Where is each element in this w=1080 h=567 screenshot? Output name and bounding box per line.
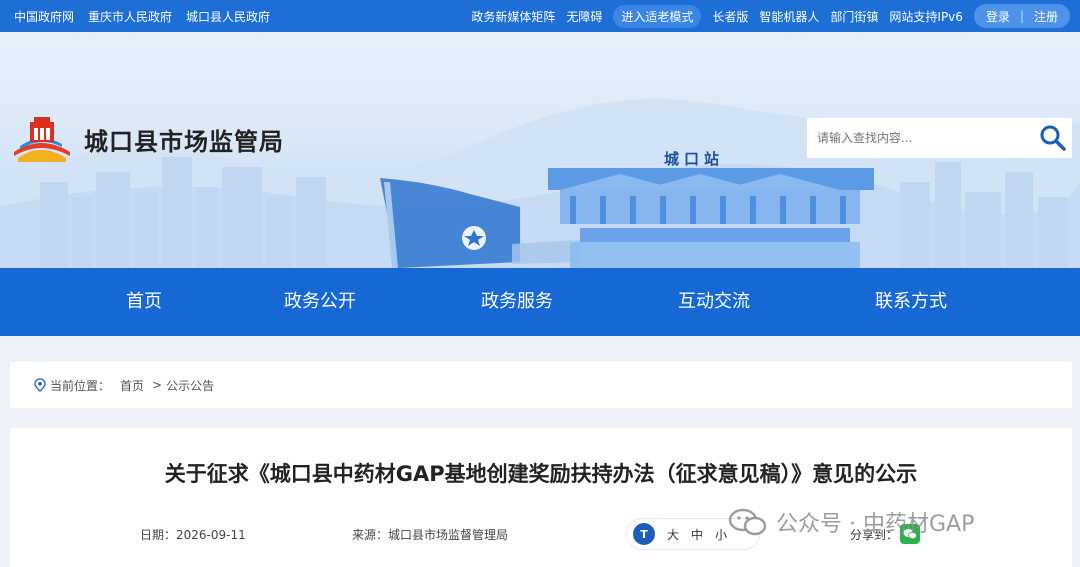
link-departments[interactable]: 部门街镇 xyxy=(830,8,878,25)
article-source: 来源：城口县市场监督管理局 xyxy=(352,526,508,543)
search-input[interactable] xyxy=(807,118,1037,158)
source-label: 来源： xyxy=(352,528,389,542)
auth-pill: 登录 | 注册 xyxy=(973,4,1070,28)
watermark: 公众号 · 中药材GAP xyxy=(728,506,974,538)
nav-home[interactable]: 首页 xyxy=(126,268,162,336)
site-logo[interactable]: 城口县市场监管局 xyxy=(10,114,284,164)
breadcrumb-home[interactable]: 首页 xyxy=(120,377,144,394)
nav-gov-services[interactable]: 政务服务 xyxy=(481,268,553,336)
breadcrumb-current[interactable]: 公示公告 xyxy=(166,377,214,394)
site-title: 城口县市场监管局 xyxy=(84,127,284,156)
wechat-watermark-icon xyxy=(728,508,767,536)
font-medium-button[interactable]: 中 xyxy=(691,526,703,543)
article-date: 日期：2026-09-11 xyxy=(140,526,246,543)
date-value: 2026-09-11 xyxy=(176,528,246,542)
nav-contact[interactable]: 联系方式 xyxy=(875,268,947,336)
breadcrumb-separator: > xyxy=(152,378,163,392)
main-nav: 首页 政务公开 政务服务 互动交流 联系方式 xyxy=(0,268,1080,336)
link-new-media[interactable]: 政务新媒体矩阵 xyxy=(471,8,555,25)
article-title: 关于征求《城口县中药材GAP基地创建奖励扶持办法（征求意见稿）》意见的公示 xyxy=(164,462,918,486)
top-links-right: 政务新媒体矩阵 无障碍 进入适老模式 长者版 智能机器人 部门街镇 网站支持IP… xyxy=(471,0,1070,32)
link-senior-version[interactable]: 长者版 xyxy=(712,8,748,25)
font-small-button[interactable]: 小 xyxy=(715,526,727,543)
link-chongqing-gov[interactable]: 重庆市人民政府 xyxy=(88,8,172,25)
breadcrumb-prefix: 当前位置： xyxy=(50,378,111,393)
article-panel: 关于征求《城口县中药材GAP基地创建奖励扶持办法（征求意见稿）》意见的公示 日期… xyxy=(10,428,1072,567)
station-label: 城口站 xyxy=(664,150,725,168)
search-icon[interactable] xyxy=(1038,123,1068,153)
link-robot[interactable]: 智能机器人 xyxy=(759,8,819,25)
link-gov-cn[interactable]: 中国政府网 xyxy=(14,8,74,25)
register-button[interactable]: 注册 xyxy=(1034,8,1058,25)
search-box xyxy=(807,118,1072,158)
nav-gov-affairs[interactable]: 政务公开 xyxy=(284,268,356,336)
top-links-left: 中国政府网 重庆市人民政府 城口县人民政府 xyxy=(14,0,270,32)
date-label: 日期： xyxy=(140,528,177,542)
link-ipv6[interactable]: 网站支持IPv6 xyxy=(889,8,963,25)
top-bar: 中国政府网 重庆市人民政府 城口县人民政府 政务新媒体矩阵 无障碍 进入适老模式… xyxy=(0,0,1080,32)
link-accessibility[interactable]: 无障碍 xyxy=(566,8,602,25)
elder-mode-button[interactable]: 进入适老模式 xyxy=(613,4,702,28)
font-size-icon: T xyxy=(633,523,655,545)
source-value: 城口县市场监督管理局 xyxy=(388,528,509,542)
location-icon xyxy=(34,378,46,392)
emblem-icon xyxy=(14,117,70,162)
breadcrumb: 当前位置： 首页 > 公示公告 xyxy=(10,362,1072,408)
font-large-button[interactable]: 大 xyxy=(667,526,679,543)
link-chengkou-gov[interactable]: 城口县人民政府 xyxy=(186,8,270,25)
watermark-text: 公众号 · 中药材GAP xyxy=(776,512,975,537)
header-banner: 城口县市场监管局 城口站 xyxy=(0,32,1080,268)
nav-interaction[interactable]: 互动交流 xyxy=(678,268,750,336)
login-button[interactable]: 登录 xyxy=(986,8,1010,25)
auth-separator: | xyxy=(1019,9,1024,23)
